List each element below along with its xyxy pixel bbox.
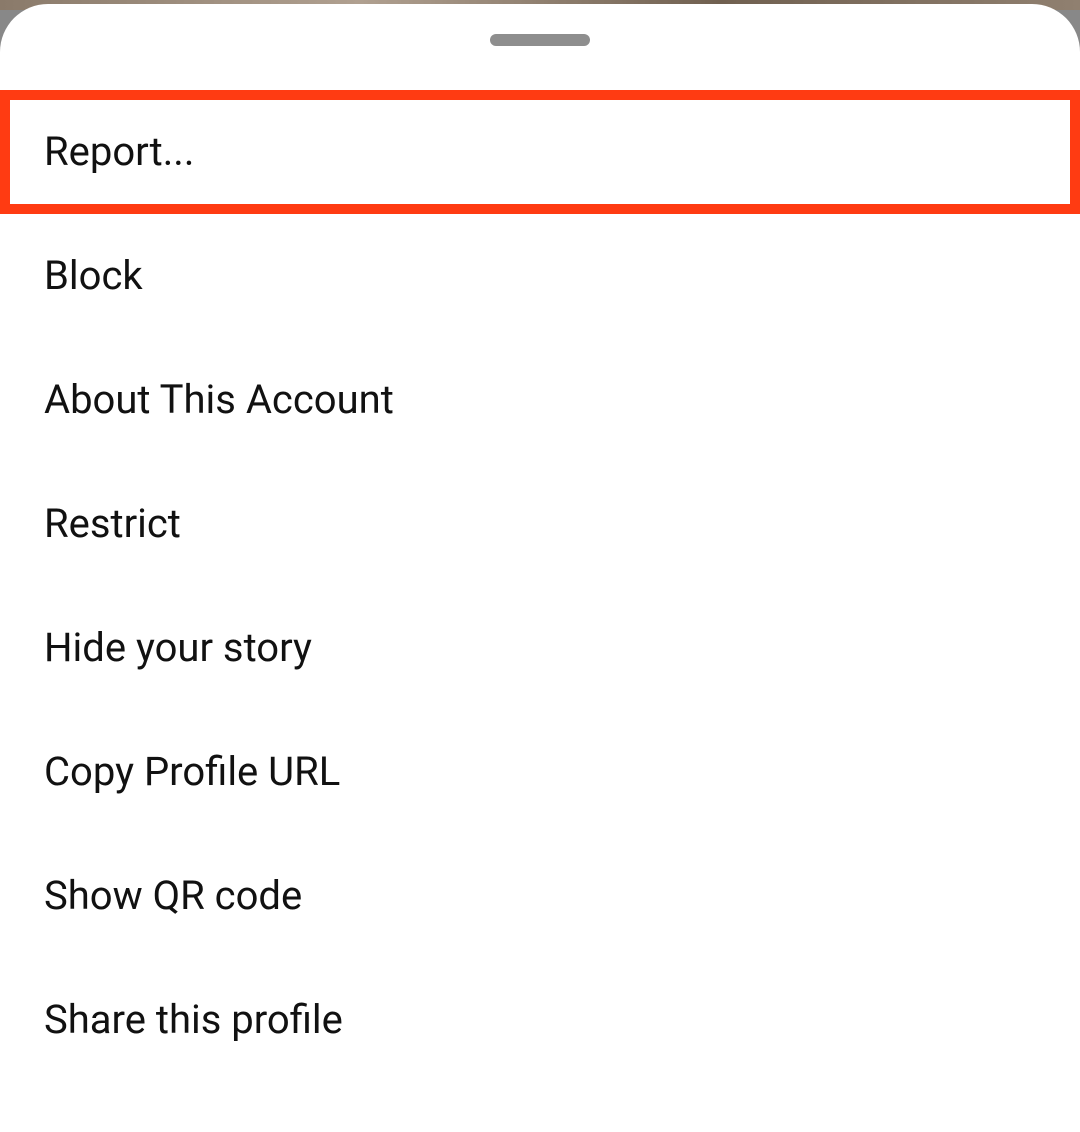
menu-item-block[interactable]: Block — [0, 214, 1080, 338]
menu-item-label: About This Account — [44, 376, 394, 423]
drag-handle-icon[interactable] — [490, 34, 590, 46]
bottom-sheet: Report... Block About This Account Restr… — [0, 4, 1080, 1132]
menu-item-hide-story[interactable]: Hide your story — [0, 586, 1080, 710]
menu-item-share-profile[interactable]: Share this profile — [0, 958, 1080, 1082]
menu-item-label: Hide your story — [44, 624, 312, 671]
menu-item-show-qr[interactable]: Show QR code — [0, 834, 1080, 958]
menu-item-label: Show QR code — [44, 872, 302, 919]
menu-item-label: Restrict — [44, 500, 181, 547]
menu-item-label: Block — [44, 252, 143, 299]
menu-item-label: Share this profile — [44, 996, 343, 1043]
menu-item-label: Report... — [44, 128, 194, 175]
menu-list: Report... Block About This Account Restr… — [0, 90, 1080, 1082]
menu-item-restrict[interactable]: Restrict — [0, 462, 1080, 586]
menu-item-report[interactable]: Report... — [0, 90, 1080, 214]
menu-item-about-account[interactable]: About This Account — [0, 338, 1080, 462]
menu-item-label: Copy Profile URL — [44, 748, 340, 795]
menu-item-copy-url[interactable]: Copy Profile URL — [0, 710, 1080, 834]
